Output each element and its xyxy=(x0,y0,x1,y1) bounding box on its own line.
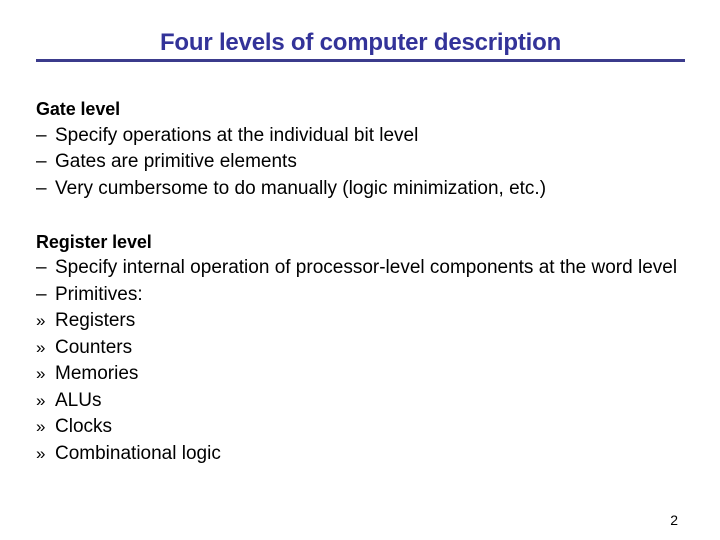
guillemet-marker-icon: » xyxy=(36,417,46,436)
list-item-label: Gates are primitive elements xyxy=(55,151,297,172)
list-item-label: Clocks xyxy=(55,416,113,437)
list-item: – Primitives: xyxy=(36,282,696,309)
section-heading: Gate level xyxy=(36,99,121,119)
list-item-label: Specify internal operation of processor-… xyxy=(55,257,678,278)
list-item-label: Memories xyxy=(55,363,139,384)
list-item: » Memories xyxy=(36,361,696,388)
dash-marker-icon: – xyxy=(36,151,47,172)
list-item: » Combinational logic xyxy=(36,441,696,468)
section-heading: Register level xyxy=(36,231,152,252)
section-register-level: Register level – Specify internal operat… xyxy=(36,229,696,468)
list-item-label: Primitives: xyxy=(55,283,143,305)
slide: Four levels of computer description Gate… xyxy=(0,0,720,540)
list-item: » ALUs xyxy=(36,388,696,415)
list-item-label: Very cumbersome to do manually (logic mi… xyxy=(55,177,547,199)
list-item-label: Specify operations at the individual bit… xyxy=(55,124,419,146)
page-title: Four levels of computer description xyxy=(159,29,562,56)
list-item-label: Counters xyxy=(55,336,133,358)
list-item: – Specify operations at the individual b… xyxy=(36,123,696,150)
list-item: – Specify internal operation of processo… xyxy=(36,255,696,282)
list-item: » Registers xyxy=(36,308,696,335)
guillemet-marker-icon: » xyxy=(36,443,46,463)
dash-marker-icon: – xyxy=(36,124,47,146)
slide-body: Gate level – Specify operations at the i… xyxy=(36,96,696,467)
list-item-label: Combinational logic xyxy=(55,442,221,464)
guillemet-marker-icon: » xyxy=(36,390,46,410)
title-underline-rule xyxy=(36,59,685,62)
list-item-label: Registers xyxy=(55,310,136,331)
title-block: Four levels of computer description xyxy=(36,28,685,62)
section-gate-level: Gate level – Specify operations at the i… xyxy=(36,96,696,202)
list-item: » Clocks xyxy=(36,414,696,441)
guillemet-marker-icon: » xyxy=(36,364,46,383)
guillemet-marker-icon: » xyxy=(36,337,46,357)
dash-marker-icon: – xyxy=(36,283,47,305)
list-item: – Gates are primitive elements xyxy=(36,149,696,176)
dash-marker-icon: – xyxy=(36,177,47,199)
guillemet-marker-icon: » xyxy=(36,311,46,330)
list-item: – Very cumbersome to do manually (logic … xyxy=(36,176,696,203)
page-number: 2 xyxy=(670,512,678,528)
list-item-label: ALUs xyxy=(55,389,102,411)
list-item: » Counters xyxy=(36,335,696,362)
dash-marker-icon: – xyxy=(36,257,47,278)
